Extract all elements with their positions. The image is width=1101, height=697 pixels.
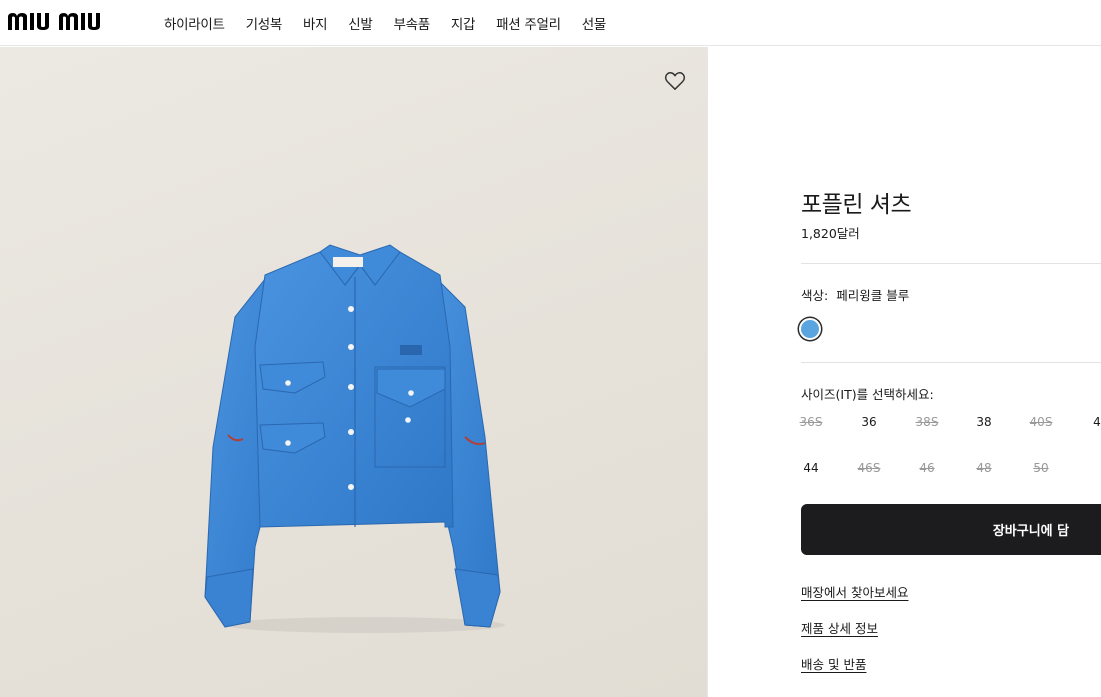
product-info-panel: 포플린 셔츠 1,820달러 색상: 페리윙클 블루 사이즈(IT)를 선택하세…: [707, 47, 1101, 697]
product-title: 포플린 셔츠: [801, 192, 912, 218]
add-to-cart-button[interactable]: 장바구니에 담: [801, 504, 1101, 555]
size-option-38s[interactable]: 38S: [909, 415, 945, 429]
color-value: 페리윙클 블루: [836, 288, 910, 303]
heart-outline-icon[interactable]: [664, 71, 686, 91]
size-option-40s[interactable]: 40S: [1023, 415, 1059, 429]
size-option-4x[interactable]: 4: [1079, 415, 1101, 429]
product-price: 1,820달러: [801, 226, 860, 241]
size-option-48[interactable]: 48: [966, 461, 1002, 475]
nav-item-ready-to-wear[interactable]: 기성복: [246, 13, 283, 33]
divider: [801, 263, 1101, 264]
size-option-44[interactable]: 44: [793, 461, 829, 475]
nav-item-gifts[interactable]: 선물: [582, 13, 607, 33]
size-option-50[interactable]: 50: [1023, 461, 1059, 475]
size-heading: 사이즈(IT)를 선택하세요:: [801, 387, 934, 402]
size-option-38[interactable]: 38: [966, 415, 1002, 429]
site-header: 하이라이트 기성복 바지 신발 부속품 지갑 패션 주얼리 선물: [0, 0, 1101, 46]
nav-item-accessories[interactable]: 부속품: [393, 13, 430, 33]
nav-item-shoes[interactable]: 신발: [348, 13, 373, 33]
color-label: 색상:: [801, 288, 829, 303]
nav-item-highlights[interactable]: 하이라이트: [164, 13, 225, 33]
main-nav: 하이라이트 기성복 바지 신발 부속품 지갑 패션 주얼리 선물: [164, 0, 606, 46]
nav-item-wallets[interactable]: 지갑: [451, 13, 476, 33]
size-option-36s[interactable]: 36S: [793, 415, 829, 429]
size-option-46[interactable]: 46: [909, 461, 945, 475]
size-option-46s[interactable]: 46S: [851, 461, 887, 475]
color-label-row: 색상: 페리윙클 블루: [801, 285, 909, 304]
product-image-panel: [0, 47, 707, 697]
color-swatch-periwinkle-blue[interactable]: [799, 318, 821, 340]
nav-item-fashion-jewelry[interactable]: 패션 주얼리: [496, 13, 561, 33]
product-image: [204, 244, 505, 633]
product-details-link[interactable]: 제품 상세 정보: [801, 618, 878, 637]
find-in-store-link[interactable]: 매장에서 찾아보세요: [801, 582, 908, 601]
nav-item-pants[interactable]: 바지: [303, 13, 328, 33]
shipping-returns-link[interactable]: 배송 및 반품: [801, 654, 866, 673]
divider: [801, 362, 1101, 363]
miu-miu-logo[interactable]: [8, 8, 144, 36]
size-option-36[interactable]: 36: [851, 415, 887, 429]
